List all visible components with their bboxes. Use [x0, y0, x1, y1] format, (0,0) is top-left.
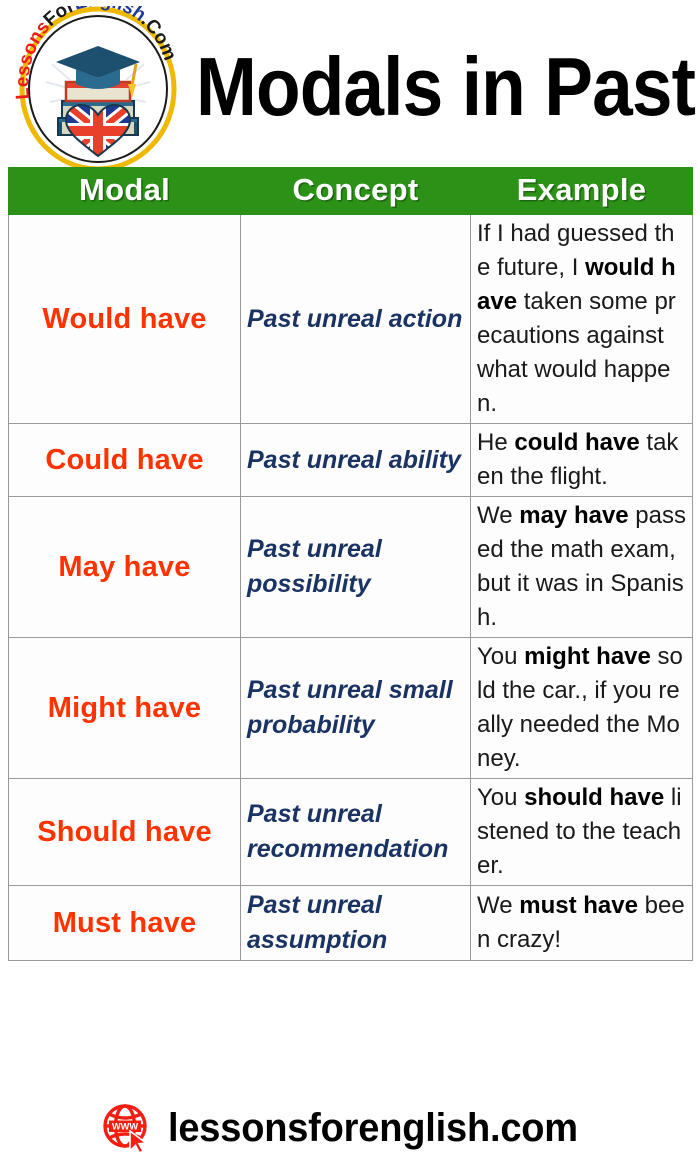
- table-row: Might have Past unreal small probability Y…: [8, 637, 693, 779]
- column-header-concept: Concept: [240, 167, 471, 215]
- modal-cell: Could have: [8, 423, 241, 497]
- table-row: Could have Past unreal ability He could ha…: [8, 423, 693, 497]
- example-modal-highlight: must have: [519, 892, 638, 919]
- site-logo: LessonsForEnglish.Com: [8, 6, 188, 172]
- example-cell: You might have sold the car., if you rea…: [470, 637, 693, 779]
- table-row: Should have Past unreal recommendation You…: [8, 778, 693, 886]
- globe-www-label: WWW: [112, 1122, 138, 1132]
- page-footer: WWW lessonsforenglish.com: [0, 1095, 700, 1161]
- example-cell: If I had guessed the future, I would hav…: [470, 214, 693, 424]
- example-modal-highlight: should have: [524, 784, 665, 811]
- example-cell: He could have taken the flight.: [470, 423, 693, 497]
- table-body: Would have Past unreal action If I had gue…: [8, 214, 693, 961]
- concept-cell: Past unreal ability: [240, 423, 471, 497]
- column-header-modal: Modal: [8, 167, 241, 215]
- example-modal-highlight: could have: [514, 429, 640, 456]
- www-globe-cursor-icon: WWW: [100, 1101, 154, 1155]
- example-cell: We must have been crazy!: [470, 885, 693, 961]
- concept-cell: Past unreal assumption: [240, 885, 471, 961]
- table-header-row: Modal Concept Example: [8, 167, 693, 215]
- concept-cell: Past unreal small probability: [240, 637, 471, 779]
- column-header-example: Example: [470, 167, 693, 215]
- page-title: Modals in Past: [196, 40, 696, 133]
- modal-cell: Might have: [8, 637, 241, 779]
- modals-in-past-table: Modal Concept Example Would have Past unr…: [8, 167, 693, 961]
- example-modal-highlight: might have: [524, 643, 651, 670]
- page-header: LessonsForEnglish.Com Modals in Past: [0, 0, 700, 172]
- concept-cell: Past unreal possibility: [240, 496, 471, 638]
- table-row: May have Past unreal possibility We may ha…: [8, 496, 693, 638]
- modal-cell: May have: [8, 496, 241, 638]
- example-cell: You should have listened to the teacher.: [470, 778, 693, 886]
- modal-cell: Must have: [8, 885, 241, 961]
- concept-cell: Past unreal action: [240, 214, 471, 424]
- concept-cell: Past unreal recommendation: [240, 778, 471, 886]
- table-row: Must have Past unreal assumption We must h…: [8, 885, 693, 961]
- example-modal-highlight: may have: [519, 502, 629, 529]
- modal-cell: Would have: [8, 214, 241, 424]
- example-cell: We may have passed the math exam, but it…: [470, 496, 693, 638]
- table-row: Would have Past unreal action If I had gue…: [8, 214, 693, 424]
- modal-cell: Should have: [8, 778, 241, 886]
- footer-website-url[interactable]: lessonsforenglish.com: [168, 1106, 578, 1150]
